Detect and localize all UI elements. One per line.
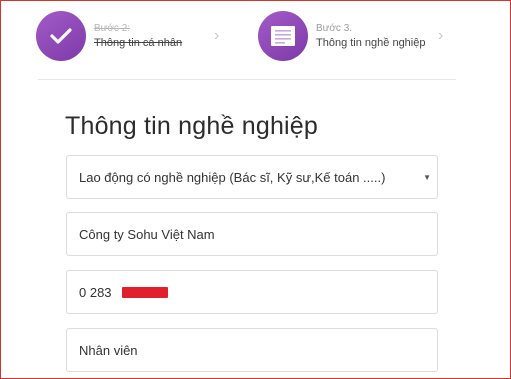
occupation-select-value: Lao động có nghề nghiệp (Bác sĩ, Kỹ sư,K… (79, 169, 386, 185)
position-field[interactable]: Nhân viên (66, 328, 438, 372)
chevron-right-icon: › (438, 27, 444, 44)
company-field-value: Công ty Sohu Việt Nam (79, 226, 215, 242)
redaction-mark (121, 286, 168, 298)
step-2-label: Bước 2: (94, 23, 131, 34)
step-3-circle (258, 11, 308, 61)
step-3-text: Bước 3. Thông tin nghề nghiệp (316, 21, 425, 51)
step-2-text: Bước 2: Thông tin cá nhân (94, 21, 182, 51)
phone-field-value: 0 283 (79, 284, 112, 300)
step-2-circle (36, 11, 86, 61)
step-3-label: Bước 3. (316, 23, 353, 34)
phone-field[interactable]: 0 283 (66, 270, 438, 314)
divider (38, 79, 456, 80)
occupation-select[interactable]: Lao động có nghề nghiệp (Bác sĩ, Kỹ sư,K… (66, 155, 438, 199)
step-3[interactable]: Bước 3. Thông tin nghề nghiệp (258, 8, 425, 64)
chevron-right-icon: › (214, 27, 220, 44)
step-2-title: Thông tin cá nhân (94, 37, 183, 49)
step-2[interactable]: Bước 2: Thông tin cá nhân (36, 8, 182, 64)
company-field[interactable]: Công ty Sohu Việt Nam (66, 212, 438, 256)
document-icon (271, 26, 295, 46)
step-3-title: Thông tin nghề nghiệp (316, 37, 426, 49)
page-title: Thông tin nghề nghiệp (65, 112, 319, 140)
caret-down-icon: ▼ (423, 173, 431, 182)
checkmark-icon (50, 28, 72, 44)
position-field-value: Nhân viên (79, 342, 138, 358)
